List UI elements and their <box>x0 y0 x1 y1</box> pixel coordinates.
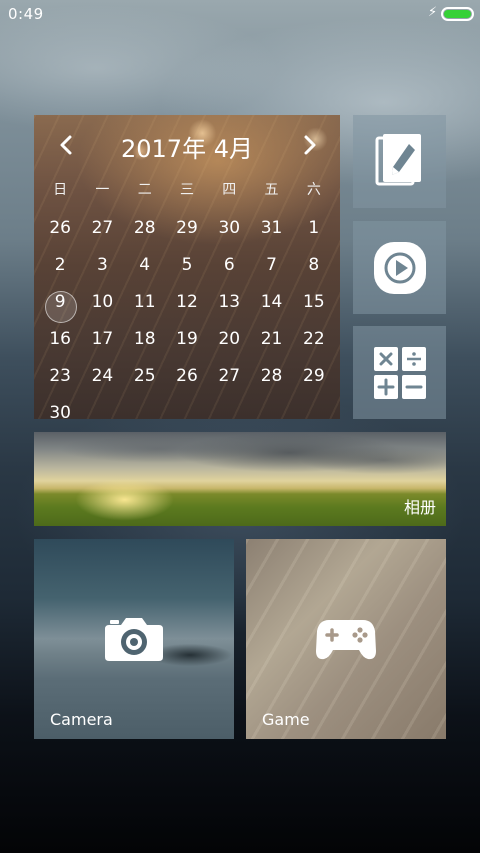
album-label: 相册 <box>403 498 436 517</box>
gamepad-icon <box>316 620 376 660</box>
camera-label: Camera <box>50 710 113 729</box>
calendar-day[interactable]: 28 <box>250 361 292 398</box>
calendar-day[interactable]: 21 <box>250 324 292 361</box>
album-background <box>34 432 446 526</box>
calendar-day[interactable]: 27 <box>81 213 123 250</box>
status-bar: 0:49 ⚡︎ <box>0 0 480 28</box>
weekday-label: 六 <box>306 182 321 198</box>
calendar-widget[interactable]: 2017年 4月 日 一 二 三 四 五 六 26 27 28 29 30 31 1 2 3 4 5… <box>34 115 340 419</box>
status-time: 0:49 <box>8 5 44 23</box>
weekday-label: 五 <box>264 182 279 198</box>
calendar-day[interactable]: 26 <box>166 361 208 398</box>
calendar-day[interactable]: 12 <box>166 287 208 324</box>
calendar-day[interactable]: 7 <box>250 250 292 287</box>
calendar-day[interactable]: 5 <box>166 250 208 287</box>
battery-icon <box>441 7 474 21</box>
calendar-day[interactable]: 10 <box>81 287 123 324</box>
calendar-day[interactable]: 29 <box>293 361 335 398</box>
calendar-day[interactable]: 18 <box>124 324 166 361</box>
chevron-right-icon[interactable] <box>292 127 328 163</box>
calendar-day[interactable]: 16 <box>39 324 81 361</box>
notes-tile[interactable] <box>353 115 446 208</box>
bolt-icon: ⚡︎ <box>428 5 438 20</box>
calculator-icon <box>373 346 426 399</box>
calendar-day[interactable]: 6 <box>208 250 250 287</box>
weekday-label: 一 <box>95 182 110 198</box>
calendar-day[interactable]: 20 <box>208 324 250 361</box>
calendar-day[interactable]: 24 <box>81 361 123 398</box>
camera-tile[interactable]: Camera <box>34 539 234 739</box>
weekday-label: 日 <box>53 182 68 198</box>
calendar-day[interactable]: 13 <box>208 287 250 324</box>
video-play-icon <box>373 241 426 294</box>
calendar-day[interactable]: 30 <box>39 398 81 419</box>
game-label: Game <box>262 710 310 729</box>
calendar-day[interactable]: 30 <box>208 213 250 250</box>
game-tile[interactable]: Game <box>246 539 446 739</box>
calendar-day[interactable]: 11 <box>124 287 166 324</box>
calculator-tile[interactable] <box>353 326 446 419</box>
calendar-day-today[interactable]: 9 <box>39 287 81 324</box>
weekday-label: 四 <box>222 182 237 198</box>
calendar-day[interactable]: 26 <box>39 213 81 250</box>
calendar-day[interactable]: 4 <box>124 250 166 287</box>
calendar-day[interactable]: 3 <box>81 250 123 287</box>
calendar-day[interactable]: 28 <box>124 213 166 250</box>
calendar-day[interactable]: 19 <box>166 324 208 361</box>
calendar-day[interactable]: 31 <box>250 213 292 250</box>
notes-icon <box>375 133 421 185</box>
calendar-day[interactable]: 8 <box>293 250 335 287</box>
calendar-day[interactable]: 29 <box>166 213 208 250</box>
calendar-day[interactable]: 23 <box>39 361 81 398</box>
calendar-day[interactable]: 27 <box>208 361 250 398</box>
calendar-day[interactable]: 17 <box>81 324 123 361</box>
album-tile[interactable]: 相册 <box>34 432 446 526</box>
calendar-day-grid: 26 27 28 29 30 31 1 2 3 4 5 6 7 8 9 10 11 12 13 14 15 16 17 18 1… <box>39 213 335 419</box>
calendar-day[interactable]: 1 <box>293 213 335 250</box>
calendar-day[interactable]: 15 <box>293 287 335 324</box>
weekday-row: 日 一 二 三 四 五 六 <box>39 179 335 199</box>
weekday-label: 三 <box>179 182 194 198</box>
camera-icon <box>105 618 163 661</box>
calendar-day[interactable]: 25 <box>124 361 166 398</box>
calendar-day[interactable]: 22 <box>293 324 335 361</box>
calendar-header: 2017年 4月 <box>34 127 340 163</box>
calendar-day[interactable]: 14 <box>250 287 292 324</box>
weekday-label: 二 <box>137 182 152 198</box>
calendar-day[interactable]: 2 <box>39 250 81 287</box>
video-tile[interactable] <box>353 221 446 314</box>
